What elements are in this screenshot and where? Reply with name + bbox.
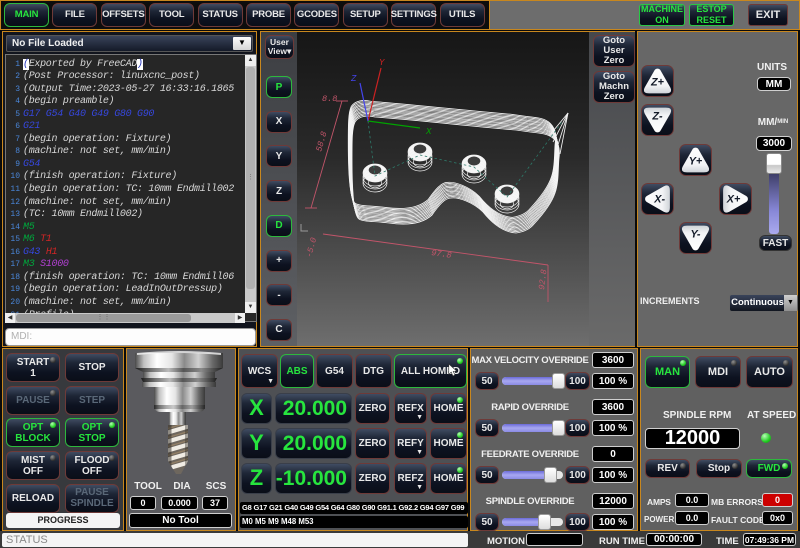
svg-text:X+: X+ <box>726 193 741 205</box>
svg-text:X-: X- <box>653 193 665 205</box>
svg-text:97.8: 97.8 <box>431 248 453 261</box>
svg-text:58.8: 58.8 <box>314 130 329 152</box>
svg-text:Y: Y <box>379 58 385 68</box>
svg-text:X: X <box>425 127 432 137</box>
svg-text:Z-: Z- <box>651 110 663 122</box>
svg-text:Z: Z <box>350 74 357 84</box>
svg-text:Z+: Z+ <box>650 76 665 88</box>
svg-text:-5.0: -5.0 <box>304 236 319 258</box>
svg-text:Y+: Y+ <box>689 155 703 167</box>
svg-text:8.8: 8.8 <box>322 94 337 104</box>
svg-text:Y-: Y- <box>691 228 701 240</box>
